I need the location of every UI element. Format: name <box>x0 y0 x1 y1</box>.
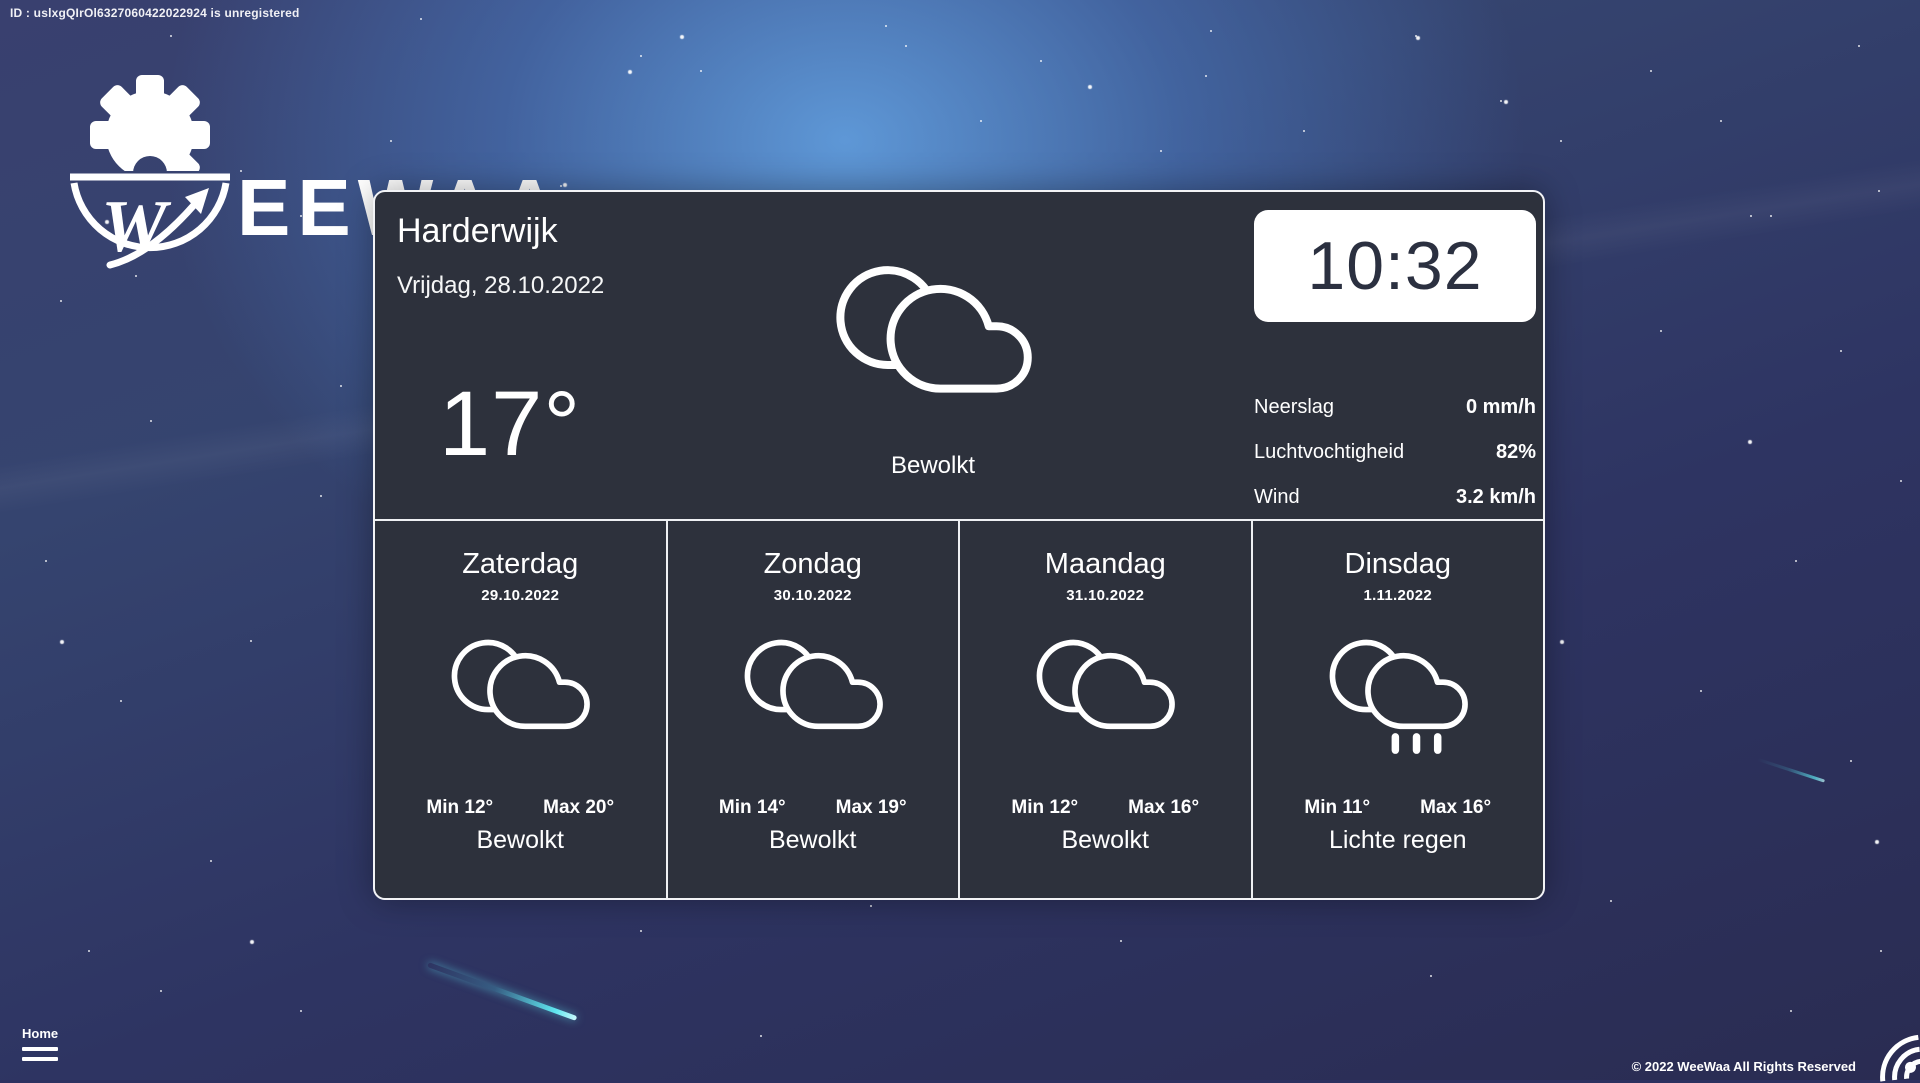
forecast-minmax: Min 12° Max 16° <box>960 797 1251 819</box>
stat-value: 0 mm/h <box>1466 395 1536 419</box>
clouds-icon <box>445 624 595 761</box>
forecast-min: Min 12° <box>426 797 493 819</box>
forecast-row: Zaterdag 29.10.2022 Min 12° Max 20° Bewo… <box>375 521 1543 898</box>
current-date: Vrijdag, 28.10.2022 <box>397 272 604 300</box>
stat-label: Neerslag <box>1254 395 1334 419</box>
starfield-large <box>0 0 4 4</box>
current-temperature: 17° <box>439 372 581 477</box>
rain-icon <box>1323 624 1473 761</box>
forecast-date: 29.10.2022 <box>375 587 666 604</box>
forecast-max: Max 20° <box>543 797 614 819</box>
forecast-day: Zaterdag <box>375 547 666 581</box>
clock: 10:32 <box>1254 210 1536 322</box>
forecast-minmax: Min 12° Max 20° <box>375 797 666 819</box>
forecast-min: Min 12° <box>1011 797 1078 819</box>
forecast-min: Min 11° <box>1304 797 1370 819</box>
forecast-max: Max 16° <box>1420 797 1491 819</box>
gear-logo-icon: W <box>58 55 248 295</box>
forecast-card: Zondag 30.10.2022 Min 14° Max 19° Bewolk… <box>668 521 961 898</box>
forecast-card: Maandag 31.10.2022 Min 12° Max 16° Bewol… <box>960 521 1253 898</box>
clouds-icon <box>738 624 888 761</box>
stat-value: 3.2 km/h <box>1456 485 1536 509</box>
home-menu-button[interactable]: Home <box>22 1026 58 1061</box>
forecast-day: Maandag <box>960 547 1251 581</box>
weather-stats: Neerslag 0 mm/h Luchtvochtigheid 82% Win… <box>1254 395 1536 530</box>
clock-time: 10:32 <box>1307 227 1482 305</box>
forecast-card: Dinsdag 1.11.2022 Min 11° Max 16° Lichte… <box>1253 521 1544 898</box>
stat-row-precipitation: Neerslag 0 mm/h <box>1254 395 1536 419</box>
hamburger-icon <box>22 1057 58 1061</box>
forecast-condition: Bewolkt <box>668 826 959 855</box>
forecast-date: 31.10.2022 <box>960 587 1251 604</box>
clouds-icon <box>1030 624 1180 761</box>
forecast-min: Min 14° <box>719 797 786 819</box>
stat-row-wind: Wind 3.2 km/h <box>1254 485 1536 509</box>
forecast-day: Dinsdag <box>1253 547 1544 581</box>
signal-arcs-icon <box>1865 1025 1920 1082</box>
current-weather-panel: Harderwijk Vrijdag, 28.10.2022 17° Bewol… <box>375 192 1543 521</box>
city-name: Harderwijk <box>397 212 558 251</box>
weather-card: Harderwijk Vrijdag, 28.10.2022 17° Bewol… <box>373 190 1545 900</box>
clouds-icon <box>827 244 1039 437</box>
forecast-date: 1.11.2022 <box>1253 587 1544 604</box>
forecast-card: Zaterdag 29.10.2022 Min 12° Max 20° Bewo… <box>375 521 668 898</box>
forecast-max: Max 19° <box>836 797 907 819</box>
forecast-minmax: Min 11° Max 16° <box>1253 797 1544 819</box>
stat-label: Wind <box>1254 485 1300 509</box>
forecast-condition: Bewolkt <box>375 826 666 855</box>
stat-label: Luchtvochtigheid <box>1254 440 1404 464</box>
hamburger-icon <box>22 1047 58 1051</box>
forecast-condition: Bewolkt <box>960 826 1251 855</box>
unregistered-watermark: ID : uslxgQIrOl6327060422022924 is unreg… <box>10 6 300 20</box>
forecast-day: Zondag <box>668 547 959 581</box>
current-condition: Bewolkt <box>827 452 1039 480</box>
copyright-text: © 2022 WeeWaa All Rights Reserved <box>1632 1059 1856 1074</box>
forecast-date: 30.10.2022 <box>668 587 959 604</box>
home-label: Home <box>22 1026 58 1041</box>
forecast-condition: Lichte regen <box>1253 826 1544 855</box>
forecast-max: Max 16° <box>1128 797 1199 819</box>
stat-value: 82% <box>1496 440 1536 464</box>
stat-row-humidity: Luchtvochtigheid 82% <box>1254 440 1536 464</box>
forecast-minmax: Min 14° Max 19° <box>668 797 959 819</box>
